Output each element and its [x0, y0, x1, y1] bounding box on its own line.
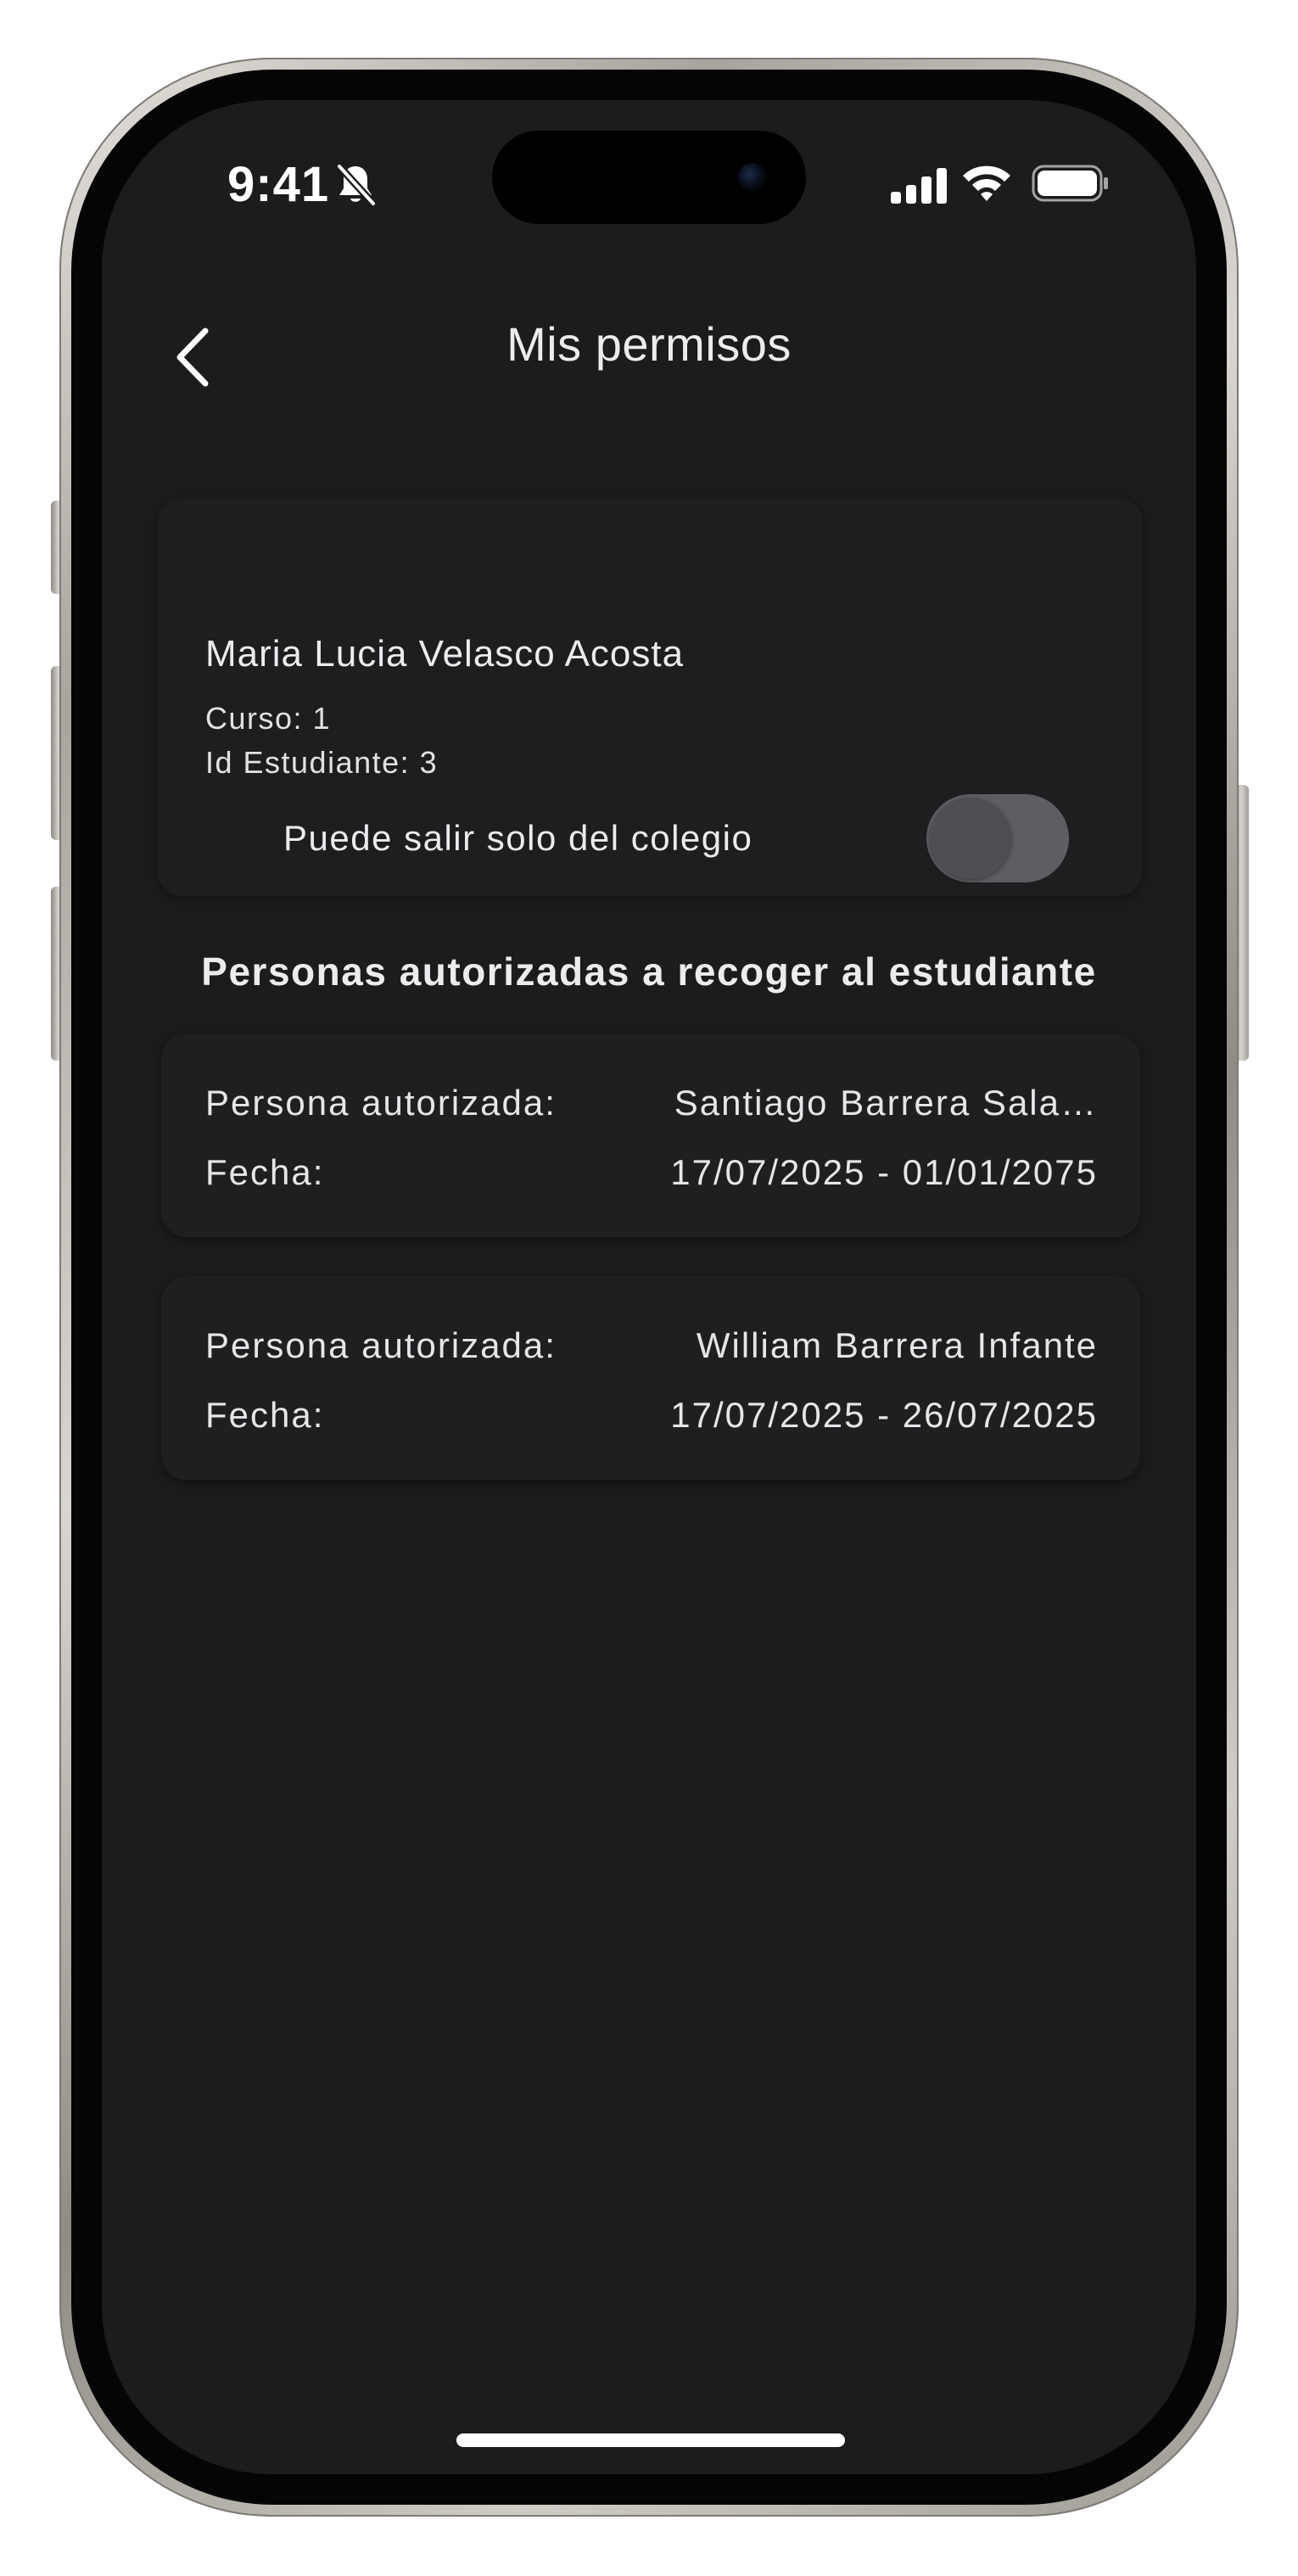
authorized-person-card[interactable]: Persona autorizada: William Barrera Infa… — [161, 1276, 1140, 1480]
bell-slash-icon — [335, 162, 377, 207]
date-range: 17/07/2025 - 01/01/2075 — [670, 1152, 1098, 1192]
student-card: Maria Lucia Velasco Acosta Curso: 1 Id E… — [158, 497, 1142, 896]
signal-icon — [891, 168, 947, 204]
home-indicator[interactable] — [456, 2433, 845, 2447]
person-name: Santiago Barrera Sala… — [674, 1083, 1098, 1123]
section-title: Personas autorizadas a recoger al estudi… — [201, 949, 1097, 994]
person-label: Persona autorizada: — [205, 1083, 557, 1123]
page-title: Mis permisos — [506, 317, 792, 371]
person-label: Persona autorizada: — [205, 1325, 557, 1365]
dynamic-island — [492, 131, 806, 224]
date-range: 17/07/2025 - 26/07/2025 — [670, 1395, 1098, 1435]
student-course: Curso: 1 — [205, 701, 332, 736]
battery-icon — [1032, 165, 1108, 202]
person-name: William Barrera Infante — [696, 1325, 1098, 1365]
app-screen: 9:41 Mis permisos Maria Lucia Velasco Ac… — [102, 100, 1196, 2474]
date-label: Fecha: — [205, 1152, 325, 1192]
front-camera — [738, 163, 767, 192]
date-label: Fecha: — [205, 1395, 325, 1435]
status-time: 9:41 — [227, 157, 330, 212]
wifi-icon — [963, 165, 1010, 201]
student-name: Maria Lucia Velasco Acosta — [205, 633, 685, 675]
student-id: Id Estudiante: 3 — [205, 745, 439, 780]
authorized-person-card[interactable]: Persona autorizada: Santiago Barrera Sal… — [161, 1033, 1140, 1237]
toggle-knob — [930, 798, 1011, 879]
leave-alone-toggle[interactable] — [926, 794, 1069, 882]
toggle-label: Puede salir solo del colegio — [283, 818, 753, 858]
